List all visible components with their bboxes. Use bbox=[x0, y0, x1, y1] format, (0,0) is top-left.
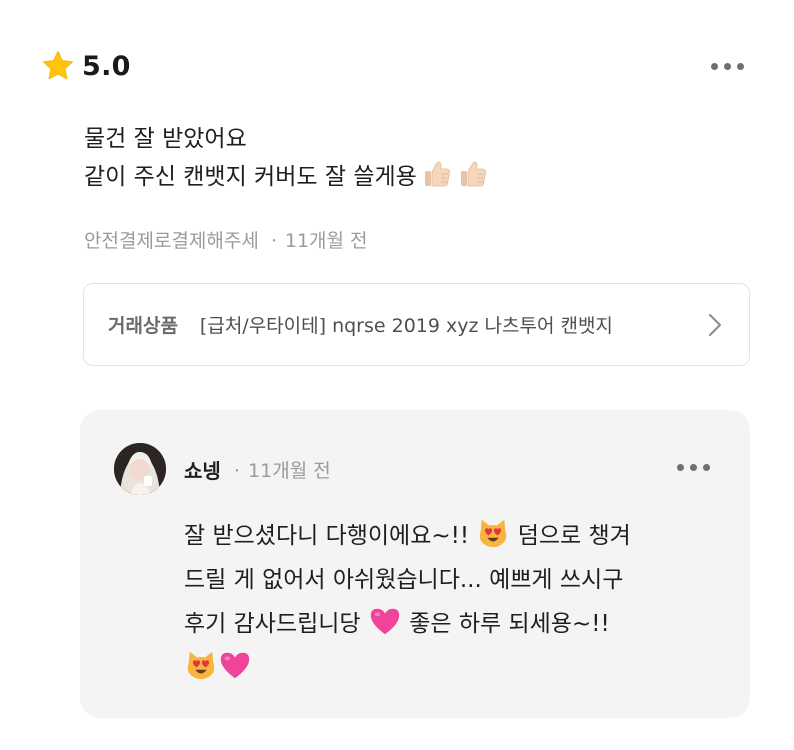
reply-line-3-text: 후기 감사드립니당 bbox=[184, 611, 368, 637]
review-line-2-text: 같이 주신 캔뱃지 커버도 잘 쓸게용 bbox=[84, 164, 417, 190]
reply-line-1: 잘 받으셨다니 다행이에요~!! 덤으로 챙겨 bbox=[184, 514, 631, 558]
meta-separator: · bbox=[270, 230, 277, 252]
reply-text: 잘 받으셨다니 다행이에요~!! 덤으로 챙겨 드릴 게 없어서 아쉬웠습니다.… bbox=[184, 514, 631, 690]
review-line-1: 물건 잘 받았어요 bbox=[84, 126, 247, 152]
review-text: 물건 잘 받았어요 같이 주신 캔뱃지 커버도 잘 쓸게용 bbox=[84, 120, 489, 196]
thumbs-up-icon bbox=[460, 161, 486, 187]
reviewer-name[interactable]: 안전결제로결제해주세 bbox=[84, 230, 259, 252]
rating-value: 5.0 bbox=[82, 50, 131, 82]
reply-line-3-text-after: 좋은 하루 되세용~!! bbox=[401, 611, 610, 637]
product-name: [급처/우타이테] nqrse 2019 xyz 나츠투어 캔뱃지 bbox=[199, 315, 613, 337]
pink-heart-icon bbox=[220, 652, 250, 679]
review-line-2: 같이 주신 캔뱃지 커버도 잘 쓸게용 bbox=[84, 158, 489, 196]
reply-line-1-text-after: 덤으로 챙겨 bbox=[510, 523, 631, 549]
heart-eyes-cat-icon bbox=[480, 519, 507, 548]
reply-separator: · bbox=[234, 460, 241, 482]
pink-heart-icon bbox=[370, 608, 400, 635]
star-icon bbox=[43, 50, 73, 80]
reply-time: 11개월 전 bbox=[248, 460, 331, 482]
thumbs-up-icon bbox=[424, 161, 450, 187]
reply-line-3: 후기 감사드립니당 좋은 하루 되세용~!! bbox=[184, 602, 631, 646]
review-screen: 5.0 물건 잘 받았어요 같이 주신 캔뱃지 커버도 잘 쓸게용 안전결제로결… bbox=[0, 0, 794, 750]
seller-reply: 쇼넹 · 11개월 전 잘 받으셨다니 다행이에요~!! 덤으로 챙겨 드릴 게 … bbox=[80, 410, 750, 718]
product-card[interactable]: 거래상품 [급처/우타이테] nqrse 2019 xyz 나츠투어 캔뱃지 bbox=[83, 283, 750, 366]
reply-meta: · 11개월 전 bbox=[234, 456, 331, 483]
review-time: 11개월 전 bbox=[284, 230, 368, 252]
more-options-icon[interactable] bbox=[711, 63, 744, 70]
avatar-image bbox=[114, 443, 166, 495]
review-meta: 안전결제로결제해주세 · 11개월 전 bbox=[84, 226, 368, 253]
reply-line-4 bbox=[184, 646, 631, 690]
heart-eyes-cat-icon bbox=[187, 651, 215, 680]
rating: 5.0 bbox=[40, 48, 131, 84]
reply-line-2: 드릴 게 없어서 아쉬웠습니다... 예쁘게 쓰시구 bbox=[184, 567, 624, 593]
product-label: 거래상품 bbox=[108, 315, 178, 337]
reply-more-options-icon[interactable] bbox=[677, 464, 710, 471]
reply-line-1-text: 잘 받으셨다니 다행이에요~!! bbox=[184, 523, 477, 549]
reply-author[interactable]: 쇼넹 bbox=[184, 455, 221, 484]
avatar[interactable] bbox=[114, 443, 166, 495]
chevron-right-icon bbox=[709, 314, 721, 336]
